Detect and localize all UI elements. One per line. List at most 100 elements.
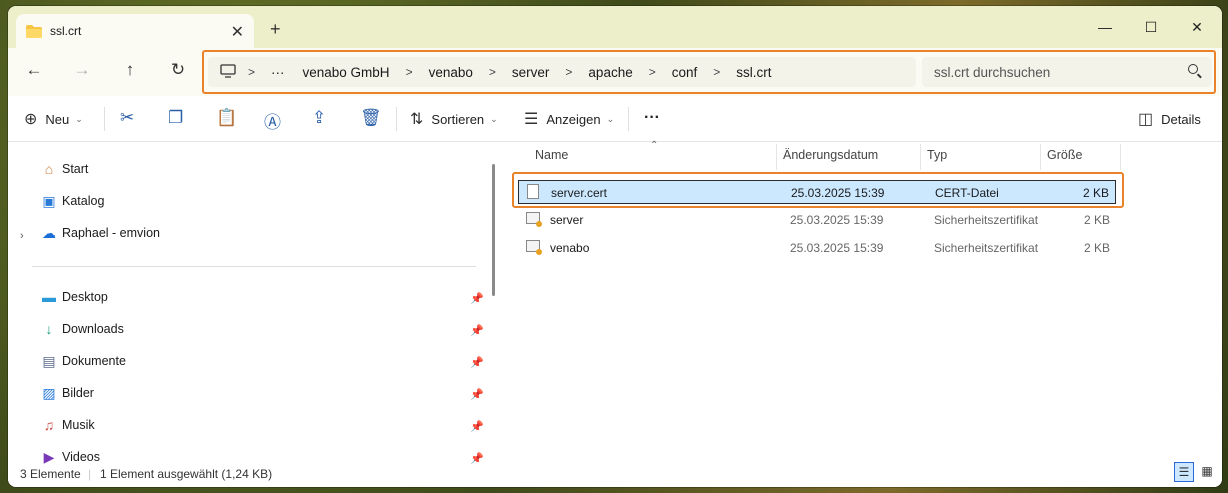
search-icon[interactable] xyxy=(1188,64,1198,74)
column-header-name[interactable]: Name xyxy=(535,148,568,162)
column-header-type[interactable]: Typ xyxy=(927,148,947,162)
cut-icon[interactable]: ✂ xyxy=(120,108,134,128)
more-options-button[interactable]: ··· xyxy=(644,109,660,127)
details-view-icon[interactable]: ☰ xyxy=(1174,462,1194,482)
pin-icon[interactable]: 📌 xyxy=(470,324,484,337)
file-type: Sicherheitszertifikat xyxy=(934,213,1039,227)
column-divider[interactable] xyxy=(776,144,777,170)
gallery-icon: ▣ xyxy=(42,192,56,209)
column-divider[interactable] xyxy=(1120,144,1121,170)
file-size: 2 KB xyxy=(1083,213,1110,227)
chevron-down-icon: ⌄ xyxy=(490,113,498,124)
pin-icon[interactable]: 📌 xyxy=(470,388,484,401)
pictures-icon: ▨ xyxy=(42,384,56,401)
document-icon: ▤ xyxy=(42,352,56,369)
sidebar-scrollbar[interactable] xyxy=(492,164,495,296)
forward-button[interactable]: → xyxy=(70,60,94,80)
table-row[interactable]: server 25.03.2025 15:39 Sicherheitszerti… xyxy=(518,208,1116,232)
navigation-bar: ← → ↑ ↻ > ··· venabo GmbH > venabo > ser… xyxy=(8,48,1222,96)
chevron-right-icon[interactable]: > xyxy=(565,65,572,79)
desktop-icon: ▬ xyxy=(42,289,56,305)
video-icon: ▶ xyxy=(43,448,55,465)
tab-ssl-crt[interactable]: ssl.crt ✕ xyxy=(16,14,254,48)
certificate-icon xyxy=(526,212,542,227)
chevron-right-icon[interactable]: > xyxy=(248,65,255,79)
computer-icon[interactable] xyxy=(220,63,236,81)
tiles-view-icon[interactable]: ▦ xyxy=(1198,462,1216,480)
file-icon xyxy=(527,184,539,199)
sidebar-item-desktop[interactable]: ▬ Desktop xyxy=(40,286,108,308)
search-input[interactable] xyxy=(922,57,1212,87)
status-bar: 3 Elemente | 1 Element ausgewählt (1,24 … xyxy=(8,462,1222,487)
breadcrumb-venabo[interactable]: venabo xyxy=(429,65,473,80)
details-pane-icon: ◫ xyxy=(1138,111,1154,128)
sidebar-item-label: Bilder xyxy=(62,386,94,400)
table-row[interactable]: venabo 25.03.2025 15:39 Sicherheitszerti… xyxy=(518,236,1116,260)
file-list: ⌃ Name Änderungsdatum Typ Größe server.c… xyxy=(498,140,1222,464)
chevron-down-icon: ⌄ xyxy=(606,113,615,124)
close-window-button[interactable]: ✕ xyxy=(1174,12,1220,42)
breadcrumb-conf[interactable]: conf xyxy=(672,65,698,80)
sort-button-label: Sortieren xyxy=(431,111,485,127)
pin-icon[interactable]: 📌 xyxy=(470,356,484,369)
breadcrumb-apache[interactable]: apache xyxy=(588,65,632,80)
view-button[interactable]: ☰ Anzeigen ⌄ xyxy=(524,109,614,129)
paste-icon[interactable]: 📋 xyxy=(216,108,237,128)
sidebar-item-musik[interactable]: ♫ Musik xyxy=(40,414,95,436)
chevron-right-icon[interactable]: > xyxy=(489,65,496,79)
share-icon[interactable]: ⇪ xyxy=(312,108,326,128)
breadcrumb-server[interactable]: server xyxy=(512,65,550,80)
file-date: 25.03.2025 15:39 xyxy=(791,186,885,200)
sort-ascending-icon: ⌃ xyxy=(650,140,659,151)
sidebar-item-dokumente[interactable]: ▤ Dokumente xyxy=(40,350,126,372)
divider xyxy=(396,107,397,131)
breadcrumb[interactable]: > ··· venabo GmbH > venabo > server > ap… xyxy=(208,57,916,87)
column-divider[interactable] xyxy=(920,144,921,170)
new-button[interactable]: ⊕ Neu ⌄ xyxy=(24,109,83,129)
new-tab-button[interactable]: + xyxy=(270,19,281,40)
breadcrumb-venabo-gmbh[interactable]: venabo GmbH xyxy=(303,65,390,80)
sidebar-item-bilder[interactable]: ▨ Bilder xyxy=(40,382,94,404)
breadcrumb-overflow[interactable]: ··· xyxy=(271,65,285,80)
tab-close-icon[interactable]: ✕ xyxy=(231,22,244,42)
chevron-right-icon[interactable]: > xyxy=(713,65,720,79)
file-size: 2 KB xyxy=(1083,241,1110,255)
minimize-button[interactable]: — xyxy=(1082,12,1128,42)
sidebar-item-katalog[interactable]: ▣ Katalog xyxy=(40,190,104,212)
column-header-size[interactable]: Größe xyxy=(1047,148,1082,162)
chevron-right-icon[interactable]: › xyxy=(20,230,24,242)
column-header-date[interactable]: Änderungsdatum xyxy=(783,148,878,162)
pin-icon[interactable]: 📌 xyxy=(470,420,484,433)
sidebar-item-label: Katalog xyxy=(62,194,105,208)
breadcrumb-ssl-crt[interactable]: ssl.crt xyxy=(736,65,771,80)
sidebar-item-downloads[interactable]: ↓ Downloads xyxy=(40,318,124,340)
pin-icon[interactable]: 📌 xyxy=(470,292,484,305)
table-row[interactable]: server.cert 25.03.2025 15:39 CERT-Datei … xyxy=(518,180,1116,204)
music-icon: ♫ xyxy=(43,417,55,433)
copy-icon[interactable]: ❐ xyxy=(168,108,183,128)
sort-icon: ⇅ xyxy=(410,111,424,128)
maximize-button[interactable]: ☐ xyxy=(1128,12,1174,42)
file-date: 25.03.2025 15:39 xyxy=(790,241,884,255)
details-button-label: Details xyxy=(1161,111,1201,127)
up-button[interactable]: ↑ xyxy=(118,60,142,80)
sidebar-item-onedrive[interactable]: ☁ Raphael - emvion xyxy=(40,222,160,244)
sidebar-item-label: Raphael - emvion xyxy=(62,226,160,240)
sidebar-item-label: Videos xyxy=(62,450,100,464)
new-button-label: Neu xyxy=(45,111,70,127)
back-button[interactable]: ← xyxy=(22,60,46,80)
status-divider: | xyxy=(88,467,92,481)
column-divider[interactable] xyxy=(1040,144,1041,170)
file-size: 2 KB xyxy=(1082,186,1109,200)
refresh-button[interactable]: ↻ xyxy=(166,60,190,80)
tab-strip: ssl.crt ✕ + — ☐ ✕ xyxy=(8,6,1222,48)
sort-button[interactable]: ⇅ Sortieren ⌄ xyxy=(410,109,498,129)
details-button[interactable]: ◫ Details xyxy=(1138,109,1201,129)
rename-icon[interactable]: Ⓐ xyxy=(264,108,281,133)
divider xyxy=(628,107,629,131)
chevron-right-icon[interactable]: > xyxy=(406,65,413,79)
sidebar-item-start[interactable]: ⌂ Start xyxy=(40,158,89,180)
delete-icon[interactable]: 🗑 xyxy=(360,108,382,128)
folder-icon xyxy=(26,24,42,38)
chevron-right-icon[interactable]: > xyxy=(649,65,656,79)
